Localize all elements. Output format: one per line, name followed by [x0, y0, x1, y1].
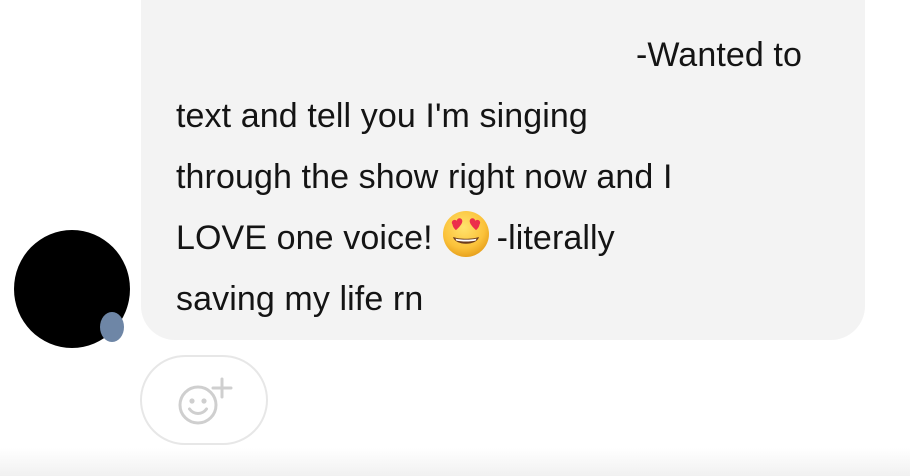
message-line-segment: -literally	[496, 219, 615, 257]
message-line-segment: LOVE one voice!	[176, 219, 433, 257]
add-reaction-button[interactable]	[140, 355, 268, 445]
message-line: -Wanted to	[635, 36, 802, 74]
heart-eyes-emoji	[441, 209, 491, 259]
bottom-divider	[0, 448, 910, 476]
message-line: saving my life rn	[176, 280, 424, 318]
message-text: -Wanted to text and tell you I'm singing…	[176, 25, 836, 330]
message-line: through the show right now and I	[176, 158, 673, 196]
avatar-status-indicator	[100, 312, 124, 342]
message-line: text and tell you I'm singing	[176, 97, 588, 135]
add-reaction-icon	[178, 377, 233, 425]
message-line: LOVE one voice! -literally	[176, 208, 836, 269]
